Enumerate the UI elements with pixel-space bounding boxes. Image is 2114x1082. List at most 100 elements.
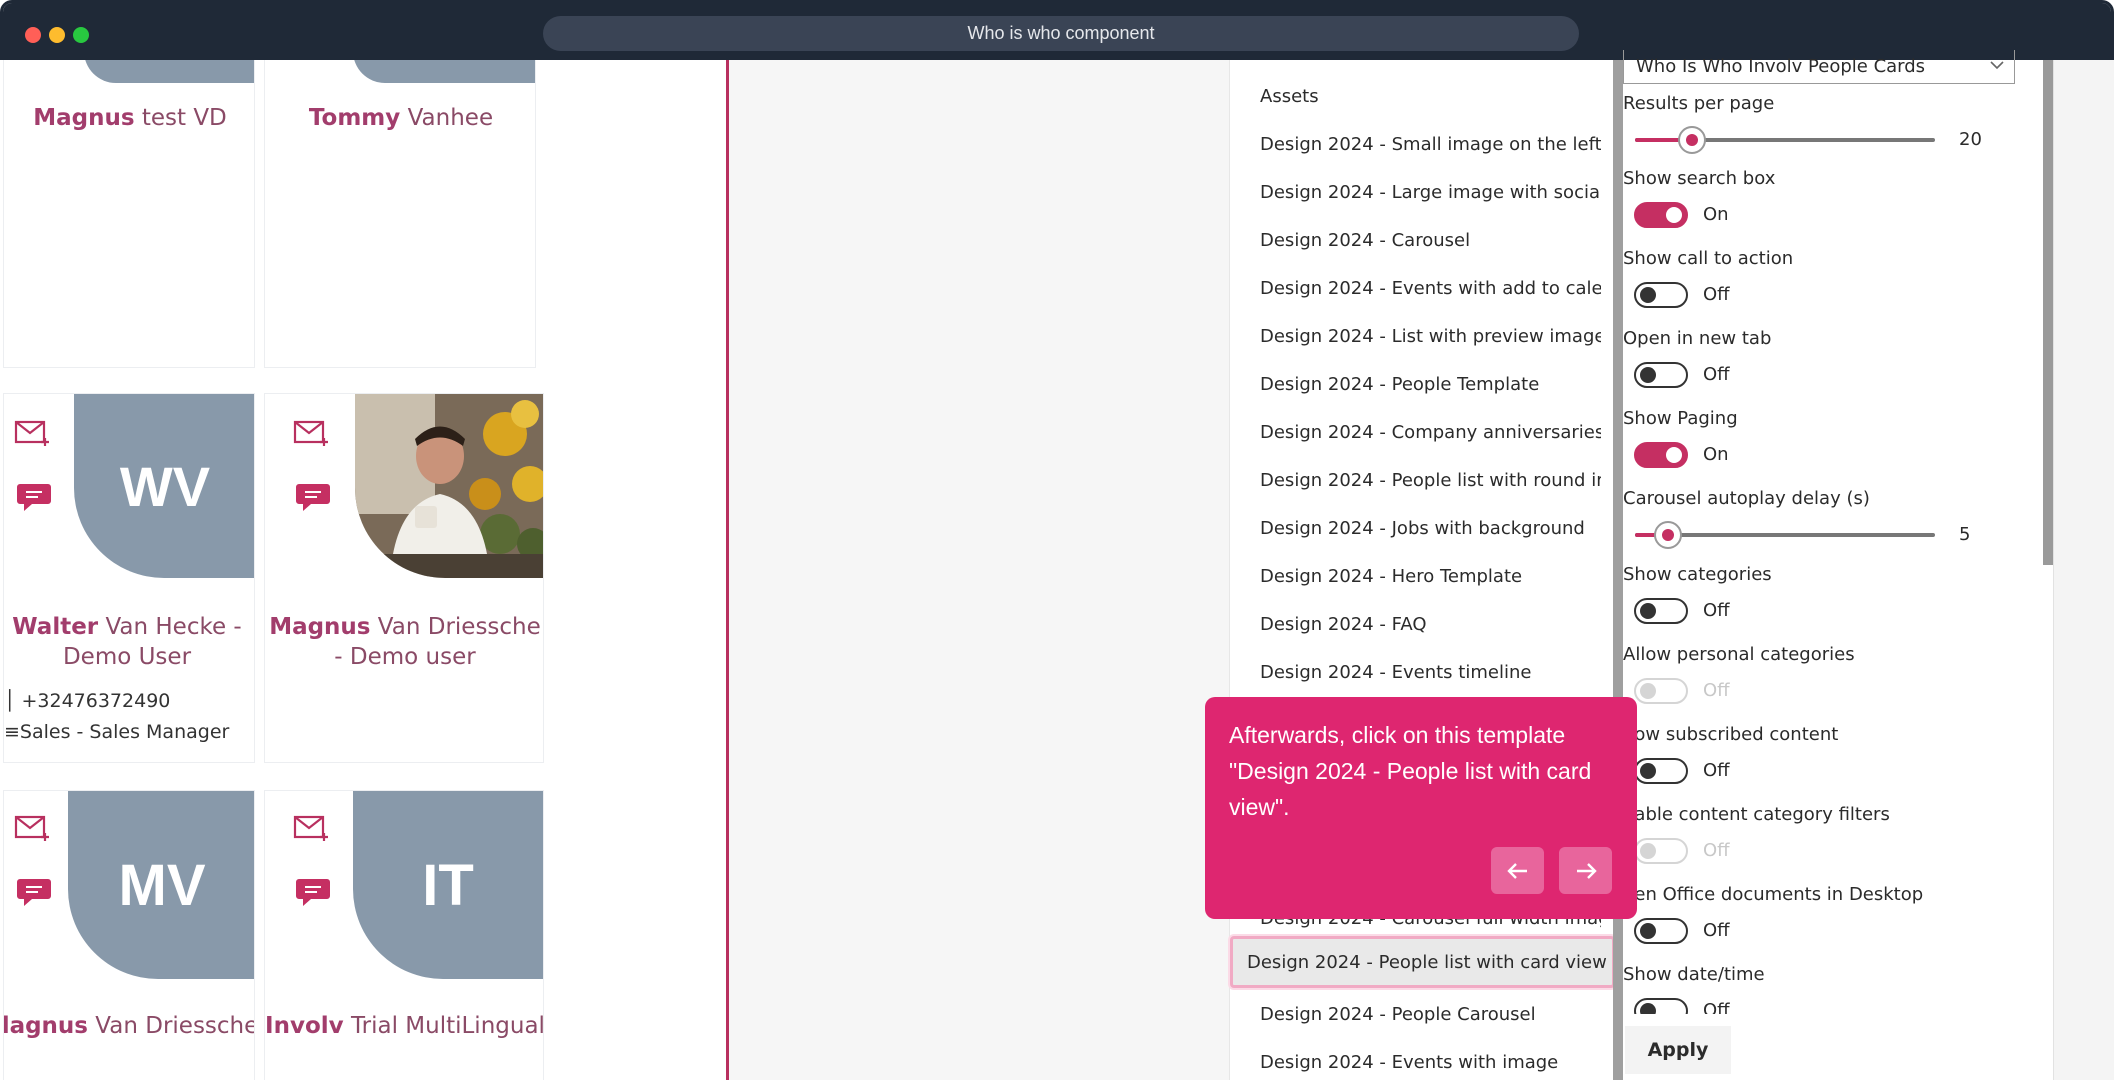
toggle-label: Show categories [1623, 564, 1772, 585]
toggle-label: pen Office documents in Desktop [1623, 884, 1924, 905]
template-item[interactable]: Design 2024 - Events with add to calenda… [1246, 268, 1601, 308]
toggle-state: Off [1703, 364, 1730, 385]
template-item[interactable]: Design 2024 - Events timeline [1246, 652, 1601, 692]
template-item[interactable]: Design 2024 - Events with image [1246, 1042, 1601, 1082]
toggle-knob [1640, 603, 1656, 619]
template-item[interactable]: Design 2024 - Carousel [1246, 220, 1601, 260]
template-item[interactable]: Design 2024 - Jobs with background [1246, 508, 1601, 548]
template-item-selected[interactable]: Design 2024 - People list with card view [1230, 936, 1615, 988]
toggle-knob [1666, 207, 1682, 223]
template-item[interactable]: Assets [1246, 76, 1601, 116]
toggle-label: Open in new tab [1623, 328, 1772, 349]
person-name[interactable]: lagnus Van Driessche [4, 1011, 254, 1041]
canvas-area [729, 60, 1229, 1080]
person-card[interactable]: Tommy Vanhee [264, 60, 536, 368]
scrollbar[interactable] [2043, 60, 2053, 565]
toggle-label: Allow personal categories [1623, 644, 1855, 665]
toggle-state: Off [1703, 600, 1730, 621]
toggle-state: Off [1703, 920, 1730, 941]
mail-add-icon[interactable] [293, 418, 331, 448]
show-date-time-toggle[interactable] [1634, 998, 1688, 1014]
chat-bubble-icon[interactable] [16, 478, 52, 514]
properties-panel: Who Is Who Involv People Cards Results p… [1623, 50, 2053, 1080]
chat-bubble-icon[interactable] [295, 478, 331, 514]
template-list: Assets Design 2024 - Small image on the … [1229, 60, 1615, 1080]
person-card[interactable]: IT Involv Trial MultiLingual [264, 790, 544, 1080]
template-item[interactable]: Design 2024 - FAQ [1246, 604, 1601, 644]
toggle-knob [1640, 1003, 1656, 1014]
person-name[interactable]: Tommy Vanhee [265, 103, 535, 133]
person-name-line2[interactable]: Demo User [4, 642, 250, 672]
layout-dropdown[interactable]: Who Is Who Involv People Cards [1623, 50, 2015, 84]
person-card[interactable]: Magnus test VD [3, 60, 255, 368]
next-step-button[interactable] [1559, 847, 1612, 894]
person-card[interactable]: Magnus Van Driessche - Demo user [264, 393, 544, 763]
template-item[interactable]: Design 2024 - People list with round ima… [1246, 460, 1601, 500]
panel-separator [1613, 60, 1623, 1080]
template-item[interactable]: Design 2024 - Large image with socials [1246, 172, 1601, 212]
mail-add-icon[interactable] [14, 418, 52, 448]
maximize-window-button[interactable] [73, 27, 89, 43]
results-per-page-slider[interactable] [1635, 126, 1935, 154]
chat-bubble-icon[interactable] [16, 873, 52, 909]
template-item[interactable]: Design 2024 - Hero Template [1246, 556, 1601, 596]
show-paging-toggle[interactable] [1634, 442, 1688, 468]
show-subscribed-content-toggle[interactable] [1634, 758, 1688, 784]
show-call-to-action-toggle[interactable] [1634, 282, 1688, 308]
show-search-box-toggle[interactable] [1634, 202, 1688, 228]
apply-button[interactable]: Apply [1625, 1026, 1731, 1074]
toggle-state: Off [1703, 680, 1730, 701]
template-item[interactable]: Design 2024 - People Carousel [1246, 994, 1601, 1034]
guide-tooltip: Afterwards, click on this template "Desi… [1205, 697, 1637, 919]
avatar-initials: IT [353, 791, 543, 979]
results-per-page-label: Results per page [1623, 93, 1775, 114]
chat-bubble-icon[interactable] [295, 873, 331, 909]
toggle-knob [1640, 287, 1656, 303]
toggle-label: Show call to action [1623, 248, 1794, 269]
toggle-label: Show search box [1623, 168, 1776, 189]
toggle-state: Off [1703, 840, 1730, 861]
template-item[interactable]: Design 2024 - List with preview image [1246, 316, 1601, 356]
toggle-knob [1640, 367, 1656, 383]
allow-personal-categories-toggle[interactable] [1634, 678, 1688, 704]
slider-thumb[interactable] [1678, 126, 1706, 154]
clipped-row: Off [1623, 996, 2053, 1014]
person-name[interactable]: Involv Trial MultiLingual [265, 1011, 543, 1041]
person-name[interactable]: Magnus test VD [4, 103, 254, 133]
mail-add-icon[interactable] [293, 813, 331, 843]
toggle-label: Show date/time [1623, 964, 1765, 985]
person-name[interactable]: Magnus Van Driessche [265, 612, 543, 642]
avatar-initials: WV [74, 394, 254, 578]
toggle-state: Off [1703, 1000, 1730, 1014]
toggle-state: On [1703, 444, 1729, 465]
toggle-knob [1640, 843, 1656, 859]
person-card[interactable]: WV Walter Van Hecke - Demo User │ +32476… [3, 393, 255, 763]
template-item[interactable]: Design 2024 - People Template [1246, 364, 1601, 404]
carousel-delay-label: Carousel autoplay delay (s) [1623, 488, 1870, 509]
previous-step-button[interactable] [1491, 847, 1544, 894]
toggle-state: Off [1703, 284, 1730, 305]
slider-thumb[interactable] [1654, 521, 1682, 549]
show-categories-toggle[interactable] [1634, 598, 1688, 624]
carousel-delay-value: 5 [1959, 524, 1971, 545]
person-name-line2[interactable]: - Demo user [265, 642, 543, 672]
results-per-page-value: 20 [1959, 129, 1982, 150]
template-item[interactable]: Design 2024 - Company anniversaries wi..… [1246, 412, 1601, 452]
list-icon: ≡ [4, 721, 20, 743]
arrow-right-icon [1576, 862, 1597, 879]
person-card[interactable]: MV lagnus Van Driessche [3, 790, 255, 1080]
minimize-window-button[interactable] [49, 27, 65, 43]
open-in-new-tab-toggle[interactable] [1634, 362, 1688, 388]
carousel-delay-slider[interactable] [1635, 521, 1935, 549]
tooltip-text: Afterwards, click on this template "Desi… [1229, 722, 1592, 820]
person-photo [355, 394, 543, 578]
enable-category-filters-toggle[interactable] [1634, 838, 1688, 864]
open-office-desktop-toggle[interactable] [1634, 918, 1688, 944]
mail-add-icon[interactable] [14, 813, 52, 843]
toggle-label: Show Paging [1623, 408, 1738, 429]
close-window-button[interactable] [25, 27, 41, 43]
toggle-knob [1666, 447, 1682, 463]
person-phone[interactable]: │ +32476372490 [4, 690, 170, 712]
template-item[interactable]: Design 2024 - Small image on the left [1246, 124, 1601, 164]
person-name[interactable]: Walter Van Hecke - [4, 612, 250, 642]
